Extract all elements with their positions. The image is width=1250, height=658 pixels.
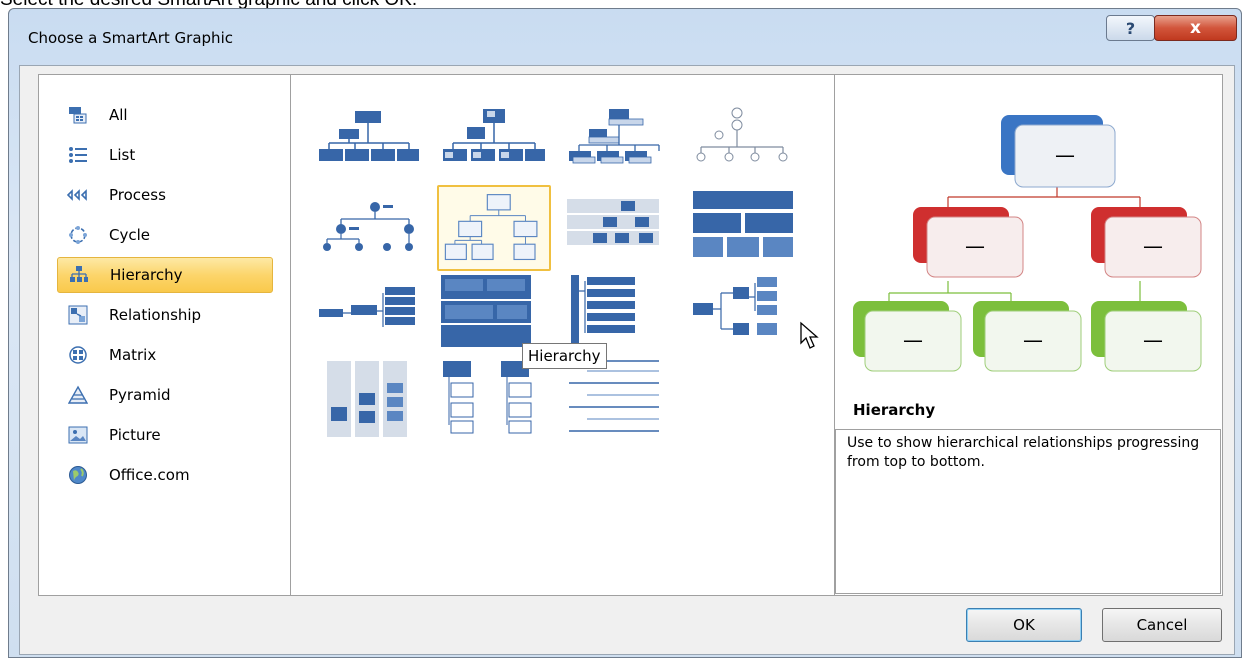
globe-icon [67,464,89,486]
relationship-icon [67,304,89,326]
category-matrix[interactable]: Matrix [57,337,273,373]
smartart-dialog: Choose a SmartArt Graphic ? x All List P… [8,8,1242,658]
layout-name-title-org-chart[interactable] [437,99,551,185]
preview-node-text: — [1143,328,1163,352]
category-label: List [109,146,136,164]
layout-gallery [290,74,835,596]
layout-organization-chart[interactable] [311,99,425,185]
category-office-com[interactable]: Office.com [57,457,273,493]
category-all[interactable]: All [57,97,273,133]
layout-architecture-hierarchy[interactable] [311,357,425,443]
category-label: Process [109,186,166,204]
category-relationship[interactable]: Relationship [57,297,273,333]
preview-diagram: — — — — — — [853,115,1202,372]
preview-description: Use to show hierarchical relationships p… [835,429,1221,594]
title-bar: Choose a SmartArt Graphic ? x [9,9,1241,65]
preview-node-text: — [965,234,985,258]
layout-half-circle-org-chart[interactable] [563,99,677,185]
matrix-icon [67,344,89,366]
category-label: Matrix [109,346,157,364]
category-process[interactable]: Process [57,177,273,213]
layout-horizontal-organization-chart[interactable] [689,271,803,357]
pyramid-icon [67,384,89,406]
category-label: Cycle [109,226,150,244]
category-hierarchy[interactable]: Hierarchy [57,257,273,293]
cancel-button[interactable]: Cancel [1102,608,1222,642]
preview-node-text: — [1055,143,1075,167]
hierarchy-icon [68,264,90,286]
layout-table-hierarchy[interactable] [563,185,677,271]
category-label: Picture [109,426,161,444]
help-button[interactable]: ? [1106,15,1155,41]
process-icon [67,184,89,206]
layout-tooltip: Hierarchy [522,343,607,369]
list-icon [67,144,89,166]
preview-node-text: — [903,328,923,352]
layout-hierarchy-list[interactable] [437,357,551,443]
dialog-body: All List Process Cycle Hierarchy Relatio… [19,65,1235,655]
category-pyramid[interactable]: Pyramid [57,377,273,413]
category-label: Hierarchy [110,266,183,284]
layout-hierarchy[interactable] [437,185,551,271]
category-label: All [109,106,128,124]
preview-panel: — — — — — — Hierarchy Use to show hierar… [834,74,1223,596]
preview-node-text: — [1143,234,1163,258]
category-list: All List Process Cycle Hierarchy Relatio… [38,74,291,596]
ok-button[interactable]: OK [966,608,1082,642]
close-button[interactable]: x [1154,15,1237,41]
category-picture[interactable]: Picture [57,417,273,453]
layout-lined-list[interactable] [563,357,677,443]
category-label: Office.com [109,466,190,484]
category-list-item[interactable]: List [57,137,273,173]
layout-circle-picture-hierarchy[interactable] [689,99,803,185]
preview-node-text: — [1023,328,1043,352]
category-label: Relationship [109,306,202,324]
category-cycle[interactable]: Cycle [57,217,273,253]
cycle-icon [67,224,89,246]
picture-icon [67,424,89,446]
preview-title: Hierarchy [853,401,936,419]
dialog-title: Choose a SmartArt Graphic [28,29,233,47]
layout-horizontal-hierarchy[interactable] [311,271,425,357]
mouse-cursor-icon [799,321,823,351]
layout-horizontal-hierarchy-table[interactable] [689,185,803,271]
category-label: Pyramid [109,386,171,404]
layout-labeled-hierarchy-dots[interactable] [311,185,425,271]
all-icon [67,104,89,126]
